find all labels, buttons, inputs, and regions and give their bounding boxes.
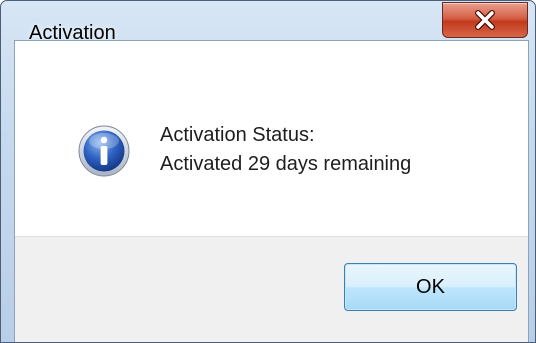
activation-dialog: Activation Activation Status: Activated …: [0, 0, 536, 343]
ok-button[interactable]: OK: [344, 263, 517, 311]
activation-status-label: Activation Status:: [160, 124, 315, 146]
close-button[interactable]: [442, 2, 528, 38]
message-area: Activation Status: Activated 29 days rem…: [15, 41, 528, 236]
button-bar: OK: [15, 236, 528, 342]
close-icon: [475, 10, 495, 30]
activation-status-value: Activated 29 days remaining: [160, 153, 412, 175]
dialog-client-area: Activation Status: Activated 29 days rem…: [14, 40, 529, 342]
information-icon: [78, 125, 130, 177]
activation-message: Activation Status: Activated 29 days rem…: [160, 121, 411, 179]
